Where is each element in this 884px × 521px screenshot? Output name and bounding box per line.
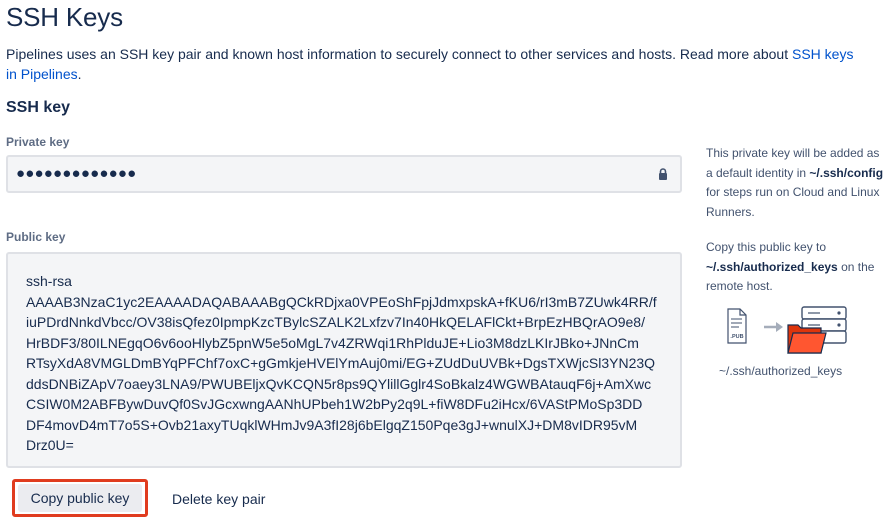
private-help-text-end: for steps run on Cloud and Linux Runners… <box>706 185 880 219</box>
public-key-line: AAAAB3NzaC1yc2EAAAADAQABAAABgQCkRDjxa0VP… <box>26 293 657 310</box>
public-key-label: Public key <box>6 230 66 244</box>
public-key-line: HrBDF3/80ILNEgqO6v6ooHlybZ5pnW5e5oMgL7v4… <box>26 334 639 351</box>
private-key-label: Private key <box>6 135 70 149</box>
ssh-config-path: ~/.ssh/config <box>809 165 884 180</box>
authorized-keys-path: ~/.ssh/authorized_keys <box>706 259 838 274</box>
diagram-caption: ~/.ssh/authorized_keys <box>719 364 843 378</box>
private-key-masked-value: ●●●●●●●●●●●●● <box>16 165 137 182</box>
lock-icon <box>659 168 667 180</box>
public-key-line: RTsyXdA8VMGLDmBYqPFChf7oxC+gGmkjeHVElYmA… <box>26 355 656 371</box>
private-key-help: This private key will be added as a defa… <box>706 144 884 222</box>
folder-icon <box>787 324 827 354</box>
public-key-line: ssh-rsa <box>26 273 72 289</box>
authorized-keys-diagram: .PUB <box>727 306 847 354</box>
page-title: SSH Keys <box>6 2 123 32</box>
public-key-help: Copy this public key to ~/.ssh/authorize… <box>706 238 884 297</box>
delete-key-pair-button[interactable]: Delete key pair <box>168 485 269 513</box>
copy-public-key-label: Copy public key <box>18 484 142 512</box>
public-key-line: DF4movD4mT7o5S+Ovb21axyTUqklWHmJv9A3fI28… <box>26 416 638 433</box>
public-key-line: ddsDNBiZApV7oaey3LNA9/PWUBEljxQvKCQN5r8p… <box>26 375 652 392</box>
public-key-file-icon: .PUB <box>727 308 747 344</box>
public-key-field[interactable]: ssh-rsa AAAAB3NzaC1yc2EAAAADAQABAAABgQCk… <box>6 252 682 468</box>
intro-paragraph: Pipelines uses an SSH key pair and known… <box>6 44 856 84</box>
intro-text: Pipelines uses an SSH key pair and known… <box>6 46 792 62</box>
arrow-right-icon <box>764 322 783 332</box>
ssh-key-heading: SSH key <box>6 99 71 116</box>
private-key-field[interactable]: ●●●●●●●●●●●●● <box>6 155 682 193</box>
copy-public-key-button[interactable]: Copy public key <box>12 479 148 517</box>
public-key-line: CSIW0M2ABFBywDuvQf0SvJGcxwngAANhUPbeh1W2… <box>26 396 643 412</box>
intro-end: . <box>77 66 82 82</box>
public-help-text: Copy this public key to <box>706 240 827 254</box>
public-key-line: Drz0U= <box>26 437 74 453</box>
public-key-line: iuPDrdNnkdVbcc/OV38isQfez0IpmpKzcTBylcSZ… <box>26 314 645 330</box>
file-extension-label: .PUB <box>730 334 743 340</box>
